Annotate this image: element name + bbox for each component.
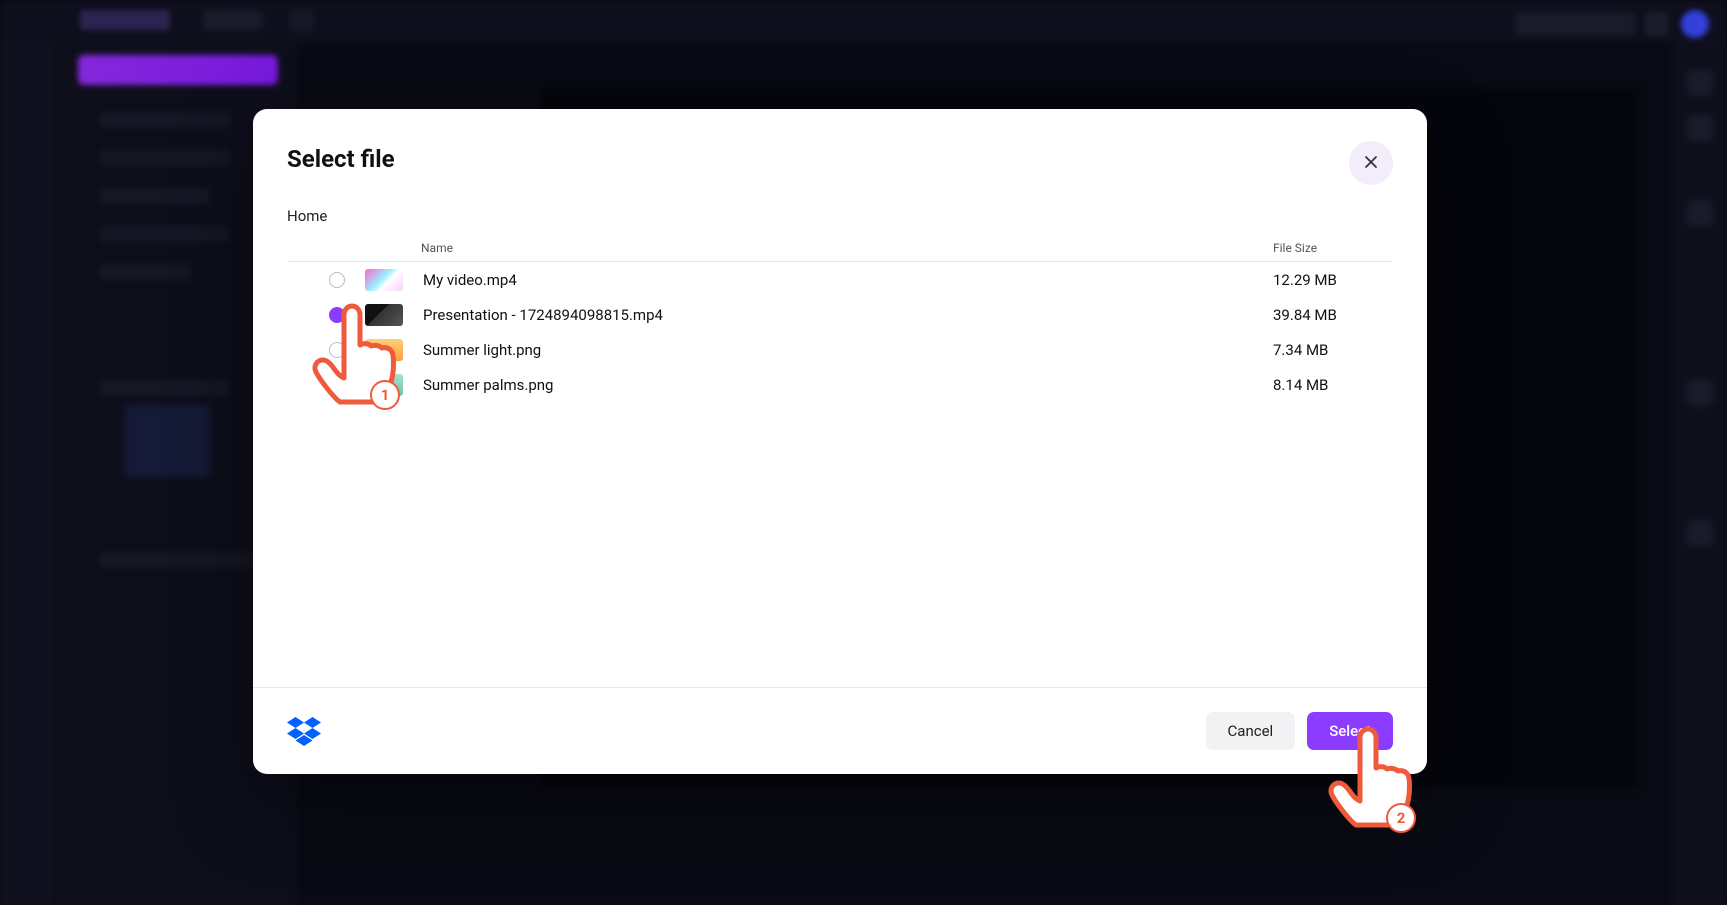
radio-unchecked-icon[interactable] xyxy=(329,377,345,393)
file-row[interactable]: Summer light.png 7.34 MB xyxy=(287,332,1393,367)
file-name: Presentation - 1724894098815.mp4 xyxy=(403,306,1273,324)
file-thumbnail xyxy=(365,269,403,291)
table-header: Name File Size xyxy=(287,235,1393,262)
dialog-footer: Cancel Select xyxy=(253,687,1427,774)
column-header-size[interactable]: File Size xyxy=(1273,241,1393,255)
file-name: My video.mp4 xyxy=(403,271,1273,289)
select-button[interactable]: Select xyxy=(1307,712,1393,750)
file-name: Summer light.png xyxy=(403,341,1273,359)
file-size: 8.14 MB xyxy=(1273,376,1393,394)
close-button[interactable] xyxy=(1349,141,1393,185)
column-header-name[interactable]: Name xyxy=(287,241,1273,255)
breadcrumb[interactable]: Home xyxy=(253,185,1427,235)
file-size: 39.84 MB xyxy=(1273,306,1393,324)
file-thumbnail xyxy=(365,304,403,326)
radio-unchecked-icon[interactable] xyxy=(329,342,345,358)
file-size: 12.29 MB xyxy=(1273,271,1393,289)
close-icon xyxy=(1364,154,1378,173)
file-row[interactable]: My video.mp4 12.29 MB xyxy=(287,262,1393,297)
dropbox-icon xyxy=(287,716,321,746)
radio-unchecked-icon[interactable] xyxy=(329,272,345,288)
select-file-dialog: Select file Home Name File Size My video… xyxy=(253,109,1427,774)
file-table: Name File Size My video.mp4 12.29 MB Pre… xyxy=(253,235,1427,402)
file-thumbnail xyxy=(365,374,403,396)
cancel-button[interactable]: Cancel xyxy=(1206,712,1296,750)
file-name: Summer palms.png xyxy=(403,376,1273,394)
dialog-title: Select file xyxy=(287,145,395,173)
file-row[interactable]: Presentation - 1724894098815.mp4 39.84 M… xyxy=(287,297,1393,332)
file-thumbnail xyxy=(365,339,403,361)
file-row[interactable]: Summer palms.png 8.14 MB xyxy=(287,367,1393,402)
file-size: 7.34 MB xyxy=(1273,341,1393,359)
radio-checked-icon[interactable] xyxy=(329,307,345,323)
